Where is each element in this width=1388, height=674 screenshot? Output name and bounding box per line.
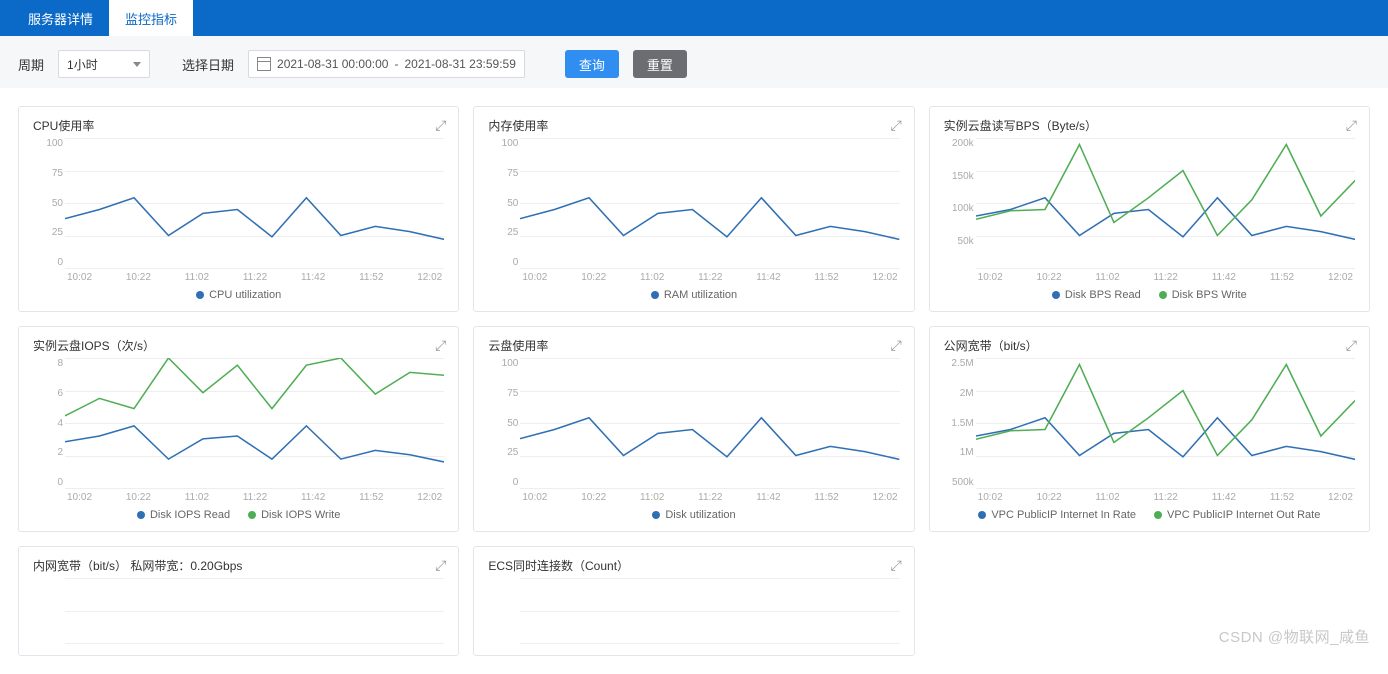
chart-plot-area: 200k150k100k50k (976, 138, 1355, 268)
chart-title: 云盘使用率 (488, 337, 899, 354)
chart-title: 内存使用率 (488, 117, 899, 134)
y-axis-labels: 1007550250 (33, 138, 63, 268)
y-axis-labels: 1007550250 (488, 138, 518, 268)
chart-card: CPU使用率⤢ 100755025010:0210:2211:0211:2211:… (18, 106, 459, 312)
expand-icon[interactable]: ⤢ (1346, 117, 1357, 134)
y-axis-labels: 1M (33, 578, 63, 656)
chart-card: 内存使用率⤢ 100755025010:0210:2211:0211:2211:4… (473, 106, 914, 312)
toolbar: 周期 1小时 选择日期 2021-08-31 00:00:00 - 2021-0… (0, 36, 1388, 88)
x-axis-labels: 10:0210:2211:0211:2211:4211:5212:02 (65, 268, 444, 283)
chart-plot-area: 1007550250 (65, 138, 444, 268)
chart-svg (65, 138, 444, 268)
expand-icon[interactable]: ⤢ (890, 337, 901, 354)
date-label: 选择日期 (182, 55, 234, 74)
chart-card: ECS同时连接数（Count）⤢20015010:0210:2211:0211:… (473, 546, 914, 656)
y-axis-labels: 200150 (488, 578, 518, 656)
period-value: 1小时 (67, 56, 98, 73)
chart-svg (65, 578, 444, 656)
legend-item: VPC PublicIP Internet In Rate (978, 509, 1136, 521)
chart-legend: Disk BPS Read Disk BPS Write (944, 289, 1355, 301)
reset-button[interactable]: 重置 (633, 50, 687, 78)
legend-item: Disk BPS Write (1159, 289, 1247, 301)
chart-svg (520, 138, 899, 268)
legend-item: RAM utilization (651, 289, 737, 301)
x-axis-labels: 10:0210:2211:0211:2211:4211:5212:02 (976, 488, 1355, 503)
watermark: CSDN @物联网_咸鱼 (1219, 626, 1370, 647)
chart-card: 实例云盘读写BPS（Byte/s）⤢ 200k150k100k50k10:0210… (929, 106, 1370, 312)
chart-grid: CPU使用率⤢100755025010:0210:2211:0211:2211:… (0, 88, 1388, 674)
chart-svg (520, 358, 899, 488)
y-axis-labels: 200k150k100k50k (944, 138, 974, 268)
chart-card: 实例云盘IOPS（次/s）⤢ 8642010:0210:2211:0211:221… (18, 326, 459, 532)
chart-legend: Disk IOPS Read Disk IOPS Write (33, 509, 444, 521)
chart-plot-area: 1007550250 (520, 358, 899, 488)
chart-title: 公网宽带（bit/s） (944, 337, 1355, 354)
period-select[interactable]: 1小时 (58, 50, 150, 78)
expand-icon[interactable]: ⤢ (890, 117, 901, 134)
chart-svg (976, 358, 1355, 488)
x-axis-labels: 10:0210:2211:0211:2211:4211:5212:02 (65, 488, 444, 503)
legend-item: CPU utilization (196, 289, 281, 301)
y-axis-labels: 86420 (33, 358, 63, 488)
date-range-picker[interactable]: 2021-08-31 00:00:00 - 2021-08-31 23:59:5… (248, 50, 525, 78)
chart-title: 内网宽带（bit/s） 私网带宽：0.20Gbps (33, 557, 444, 574)
chart-legend: RAM utilization (488, 289, 899, 301)
date-end: 2021-08-31 23:59:59 (404, 57, 515, 71)
chart-svg (65, 358, 444, 488)
x-axis-labels: 10:0210:2211:0211:2211:4211:5212:02 (520, 488, 899, 503)
date-sep: - (394, 57, 398, 71)
chart-card: 公网宽带（bit/s）⤢ 2.5M2M1.5M1M500k10:0210:2211… (929, 326, 1370, 532)
chart-plot-area: 2.5M2M1.5M1M500k (976, 358, 1355, 488)
legend-item: Disk IOPS Write (248, 509, 340, 521)
chevron-down-icon (133, 62, 141, 67)
x-axis-labels: 10:0210:2211:0211:2211:4211:5212:02 (520, 268, 899, 283)
chart-svg (976, 138, 1355, 268)
query-button[interactable]: 查询 (565, 50, 619, 78)
chart-legend: VPC PublicIP Internet In Rate VPC PublicI… (944, 509, 1355, 521)
chart-svg (520, 578, 899, 656)
x-axis-labels: 10:0210:2211:0211:2211:4211:5212:02 (976, 268, 1355, 283)
y-axis-labels: 2.5M2M1.5M1M500k (944, 358, 974, 488)
chart-title: ECS同时连接数（Count） (488, 557, 899, 574)
calendar-icon (257, 57, 271, 71)
period-label: 周期 (18, 55, 44, 74)
expand-icon[interactable]: ⤢ (890, 557, 901, 574)
chart-plot-area: 86420 (65, 358, 444, 488)
chart-card: 云盘使用率⤢ 100755025010:0210:2211:0211:2211:4… (473, 326, 914, 532)
chart-card: 内网宽带（bit/s） 私网带宽：0.20Gbps⤢1M10:0210:2211… (18, 546, 459, 656)
chart-title: 实例云盘读写BPS（Byte/s） (944, 117, 1355, 134)
expand-icon[interactable]: ⤢ (435, 117, 446, 134)
tab-server-details[interactable]: 服务器详情 (12, 0, 109, 36)
y-axis-labels: 1007550250 (488, 358, 518, 488)
tab-bar: 服务器详情 监控指标 (0, 0, 1388, 36)
legend-item: VPC PublicIP Internet Out Rate (1154, 509, 1320, 521)
chart-plot-area: 200150 (520, 578, 899, 656)
chart-title: CPU使用率 (33, 117, 444, 134)
date-start: 2021-08-31 00:00:00 (277, 57, 388, 71)
legend-item: Disk utilization (652, 509, 735, 521)
expand-icon[interactable]: ⤢ (435, 557, 446, 574)
expand-icon[interactable]: ⤢ (1346, 337, 1357, 354)
legend-item: Disk BPS Read (1052, 289, 1141, 301)
legend-item: Disk IOPS Read (137, 509, 230, 521)
chart-plot-area: 1M (65, 578, 444, 656)
tab-monitor-metrics[interactable]: 监控指标 (109, 0, 193, 36)
chart-plot-area: 1007550250 (520, 138, 899, 268)
chart-legend: CPU utilization (33, 289, 444, 301)
expand-icon[interactable]: ⤢ (435, 337, 446, 354)
chart-legend: Disk utilization (488, 509, 899, 521)
chart-title: 实例云盘IOPS（次/s） (33, 337, 444, 354)
